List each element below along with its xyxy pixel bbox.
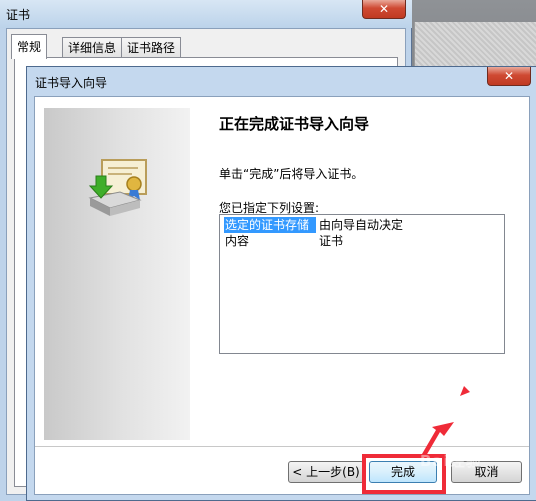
tab-certification-path[interactable]: 证书路径: [121, 37, 182, 58]
wizard-heading: 正在完成证书导入向导: [219, 115, 370, 133]
certificate-window-title: 证书: [6, 8, 31, 22]
background-window-fragment: [414, 22, 536, 68]
small-arrow-icon: [460, 386, 470, 396]
wizard-description: 单击“完成”后将导入证书。: [219, 167, 364, 181]
back-button[interactable]: < 上一步(B): [288, 461, 364, 483]
setting-value: 证书: [319, 234, 344, 248]
tab-details[interactable]: 详细信息: [62, 37, 123, 58]
setting-key: 选定的证书存储: [224, 217, 316, 233]
settings-list[interactable]: 选定的证书存储 由向导自动决定 内容 证书: [219, 214, 505, 354]
certificate-close-button[interactable]: ✕: [362, 0, 406, 19]
wizard-close-button[interactable]: ✕: [487, 67, 531, 86]
setting-key: 内容: [225, 234, 250, 248]
setting-value: 由向导自动决定: [319, 218, 404, 232]
certificate-import-icon: [88, 159, 147, 216]
certificate-titlebar: 证书 ✕: [0, 0, 412, 28]
tab-general[interactable]: 常规: [11, 34, 48, 59]
wizard-side-panel: [44, 108, 190, 440]
certificate-import-wizard: 证书导入向导 ✕ 正在完成证书导入向导 单击“完成”后将导入证书。 您已指定下列…: [26, 66, 536, 501]
wizard-title: 证书导入向导: [35, 76, 108, 90]
watermark: Bai经验: [420, 452, 482, 470]
